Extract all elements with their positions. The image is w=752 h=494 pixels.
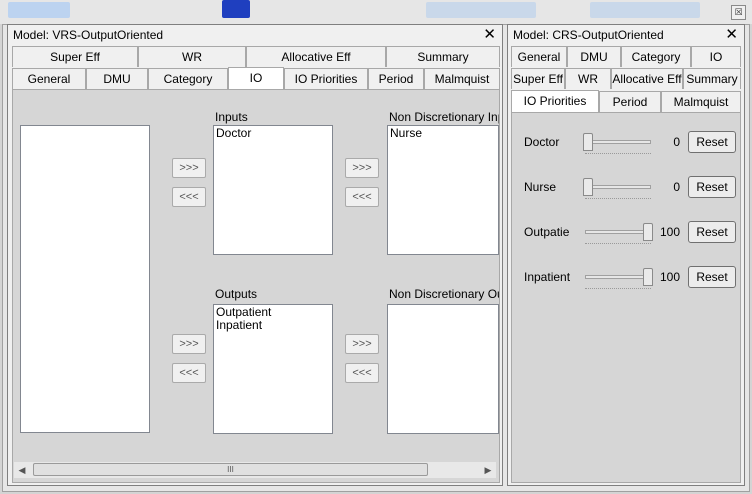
panel-titlebar: Model: CRS-OutputOriented ✕ — [508, 25, 744, 45]
priority-slider[interactable] — [585, 275, 651, 279]
slider-ticks — [585, 240, 651, 244]
tab-period[interactable]: Period — [368, 68, 424, 89]
tab-period[interactable]: Period — [599, 91, 661, 112]
tab-allocative-eff[interactable]: Allocative Eff — [611, 68, 683, 89]
inputs-label: Inputs — [215, 110, 248, 124]
slider-thumb[interactable] — [583, 133, 593, 151]
blurred-element — [8, 2, 70, 18]
tab-dmu[interactable]: DMU — [86, 68, 148, 89]
tab-io[interactable]: IO — [228, 67, 284, 89]
blurred-element — [426, 2, 536, 18]
priority-value: 100 — [659, 225, 680, 239]
background-strip: ☒ — [0, 0, 752, 24]
scroll-left-icon[interactable]: ◀ — [14, 462, 30, 478]
tab-summary[interactable]: Summary — [683, 68, 741, 89]
reset-button[interactable]: Reset — [688, 221, 736, 243]
horizontal-scrollbar[interactable]: ◀ III ▶ — [14, 462, 496, 478]
window-close-icon[interactable]: ☒ — [731, 5, 746, 20]
tab-general[interactable]: General — [12, 68, 86, 89]
move-to-inputs-button[interactable]: >>> — [172, 158, 206, 178]
priority-slider[interactable] — [585, 140, 651, 144]
tab-general[interactable]: General — [511, 46, 567, 67]
tab-super-eff[interactable]: Super Eff — [511, 68, 565, 89]
inputs-list[interactable]: Doctor — [213, 125, 333, 255]
nd-outputs-label: Non Discretionary Outputs — [389, 287, 499, 301]
blurred-element — [590, 2, 700, 18]
slider-ticks — [585, 195, 651, 199]
priority-slider[interactable] — [585, 185, 651, 189]
panel-title: Model: CRS-OutputOriented — [513, 28, 664, 42]
nd-outputs-list[interactable] — [387, 304, 499, 434]
remove-from-nd-outputs-button[interactable]: <<< — [345, 363, 379, 383]
list-item[interactable]: Nurse — [390, 127, 496, 140]
outputs-label: Outputs — [215, 287, 258, 301]
scroll-right-icon[interactable]: ▶ — [480, 462, 496, 478]
nd-inputs-label: Non Discretionary Inputs — [389, 110, 499, 124]
tab-wr[interactable]: WR — [565, 68, 611, 89]
priority-label: Inpatient — [524, 270, 571, 284]
move-to-outputs-button[interactable]: >>> — [172, 334, 206, 354]
tab-summary[interactable]: Summary — [386, 46, 500, 67]
remove-from-inputs-button[interactable]: <<< — [172, 187, 206, 207]
reset-button[interactable]: Reset — [688, 266, 736, 288]
tab-super-eff[interactable]: Super Eff — [12, 46, 138, 67]
remove-from-outputs-button[interactable]: <<< — [172, 363, 206, 383]
tab-malmquist[interactable]: Malmquist — [661, 91, 741, 112]
tab-io-priorities[interactable]: IO Priorities — [284, 68, 368, 89]
tab-io[interactable]: IO — [691, 46, 741, 67]
panel-titlebar: Model: VRS-OutputOriented ✕ — [8, 25, 502, 45]
available-variables-list[interactable] — [20, 125, 150, 433]
close-icon[interactable]: ✕ — [483, 25, 496, 45]
list-item[interactable]: Inpatient — [216, 319, 330, 332]
slider-ticks — [585, 150, 651, 154]
priority-value: 0 — [673, 135, 680, 149]
reset-button[interactable]: Reset — [688, 131, 736, 153]
io-tab-content: Inputs Doctor Non Discretionary Inputs N… — [12, 89, 500, 483]
priority-label: Outpatie — [524, 225, 570, 239]
vrs-model-panel: Model: VRS-OutputOriented ✕ Super Eff WR… — [7, 24, 503, 486]
tab-category[interactable]: Category — [148, 68, 228, 89]
panel-title: Model: VRS-OutputOriented — [13, 28, 164, 42]
list-item[interactable]: Doctor — [216, 127, 330, 140]
crs-model-panel: Model: CRS-OutputOriented ✕ General DMU … — [507, 24, 745, 486]
io-priorities-content: Doctor 0 Reset Nurse 0 Reset Outpatie 100 Reset I… — [511, 112, 741, 483]
slider-thumb[interactable] — [583, 178, 593, 196]
move-to-nd-inputs-button[interactable]: >>> — [345, 158, 379, 178]
remove-from-nd-inputs-button[interactable]: <<< — [345, 187, 379, 207]
tab-allocative-eff[interactable]: Allocative Eff — [246, 46, 386, 67]
move-to-nd-outputs-button[interactable]: >>> — [345, 334, 379, 354]
priority-label: Doctor — [524, 135, 560, 149]
outputs-list[interactable]: Outpatient Inpatient — [213, 304, 333, 434]
nd-inputs-list[interactable]: Nurse — [387, 125, 499, 255]
tab-wr[interactable]: WR — [138, 46, 246, 67]
priority-value: 100 — [659, 270, 680, 284]
tab-io-priorities[interactable]: IO Priorities — [511, 90, 599, 112]
tab-malmquist[interactable]: Malmquist — [424, 68, 500, 89]
blurred-element — [222, 0, 250, 18]
reset-button[interactable]: Reset — [688, 176, 736, 198]
tab-dmu[interactable]: DMU — [567, 46, 621, 67]
slider-ticks — [585, 285, 651, 289]
priority-label: Nurse — [524, 180, 557, 194]
scrollbar-thumb[interactable]: III — [33, 463, 428, 476]
tab-category[interactable]: Category — [621, 46, 691, 67]
priority-slider[interactable] — [585, 230, 651, 234]
close-icon[interactable]: ✕ — [725, 25, 738, 45]
priority-value: 0 — [673, 180, 680, 194]
